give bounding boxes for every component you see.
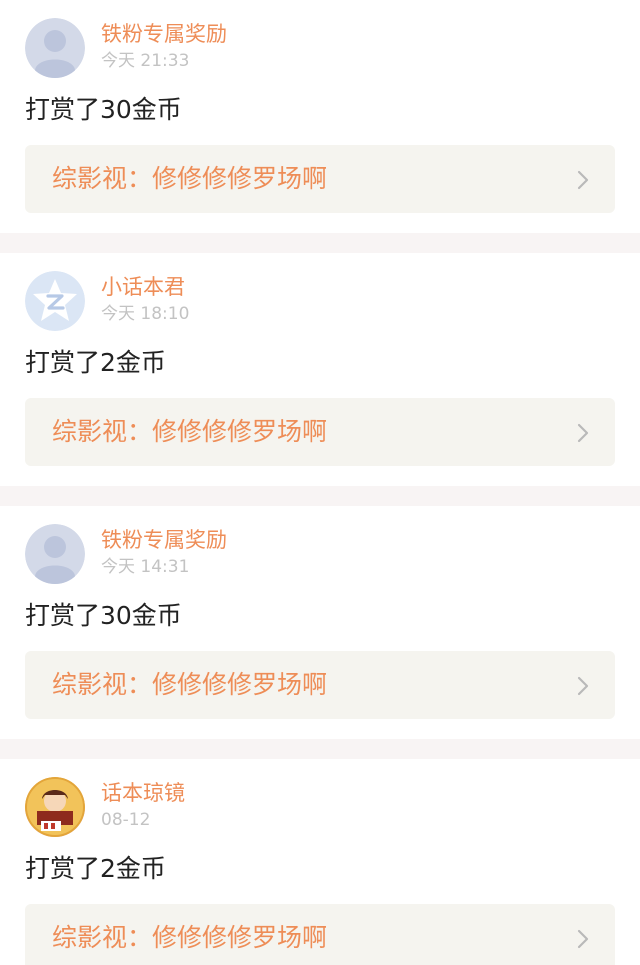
reward-card: 话本琼镜 08-12 打赏了2金币 综影视：修修修修罗场啊 bbox=[0, 759, 640, 965]
timestamp: 今天 14:31 bbox=[101, 557, 190, 577]
z-logo-avatar-icon[interactable] bbox=[25, 271, 85, 331]
illustrated-avatar-icon[interactable] bbox=[25, 777, 85, 837]
reward-card: 铁粉专属奖励 今天 14:31 打赏了30金币 综影视：修修修修罗场啊 bbox=[0, 506, 640, 739]
reward-action-text: 打赏了30金币 bbox=[25, 95, 182, 124]
book-title: 综影视：修修修修罗场啊 bbox=[52, 670, 328, 699]
card-separator bbox=[0, 739, 640, 759]
book-link[interactable]: 综影视：修修修修罗场啊 bbox=[25, 398, 615, 466]
reward-card: 铁粉专属奖励 今天 21:33 打赏了30金币 综影视：修修修修罗场啊 bbox=[0, 0, 640, 233]
reward-action-text: 打赏了2金币 bbox=[25, 854, 166, 883]
username[interactable]: 小话本君 bbox=[101, 273, 185, 301]
reward-action-text: 打赏了2金币 bbox=[25, 348, 166, 377]
reward-action-text: 打赏了30金币 bbox=[25, 601, 182, 630]
book-title: 综影视：修修修修罗场啊 bbox=[52, 417, 328, 446]
default-user-avatar-icon[interactable] bbox=[25, 524, 85, 584]
timestamp: 08-12 bbox=[101, 810, 151, 830]
book-title: 综影视：修修修修罗场啊 bbox=[52, 923, 328, 952]
book-link[interactable]: 综影视：修修修修罗场啊 bbox=[25, 145, 615, 213]
book-link[interactable]: 综影视：修修修修罗场啊 bbox=[25, 651, 615, 719]
username[interactable]: 铁粉专属奖励 bbox=[101, 526, 227, 554]
timestamp: 今天 18:10 bbox=[101, 304, 190, 324]
book-title: 综影视：修修修修罗场啊 bbox=[52, 164, 328, 193]
chevron-right-icon bbox=[577, 676, 589, 696]
card-separator bbox=[0, 233, 640, 253]
chevron-right-icon bbox=[577, 929, 589, 949]
timestamp: 今天 21:33 bbox=[101, 51, 190, 71]
username[interactable]: 话本琼镜 bbox=[101, 779, 185, 807]
chevron-right-icon bbox=[577, 423, 589, 443]
default-user-avatar-icon[interactable] bbox=[25, 18, 85, 78]
book-link[interactable]: 综影视：修修修修罗场啊 bbox=[25, 904, 615, 965]
chevron-right-icon bbox=[577, 170, 589, 190]
card-separator bbox=[0, 486, 640, 506]
username[interactable]: 铁粉专属奖励 bbox=[101, 20, 227, 48]
reward-card: 小话本君 今天 18:10 打赏了2金币 综影视：修修修修罗场啊 bbox=[0, 253, 640, 486]
